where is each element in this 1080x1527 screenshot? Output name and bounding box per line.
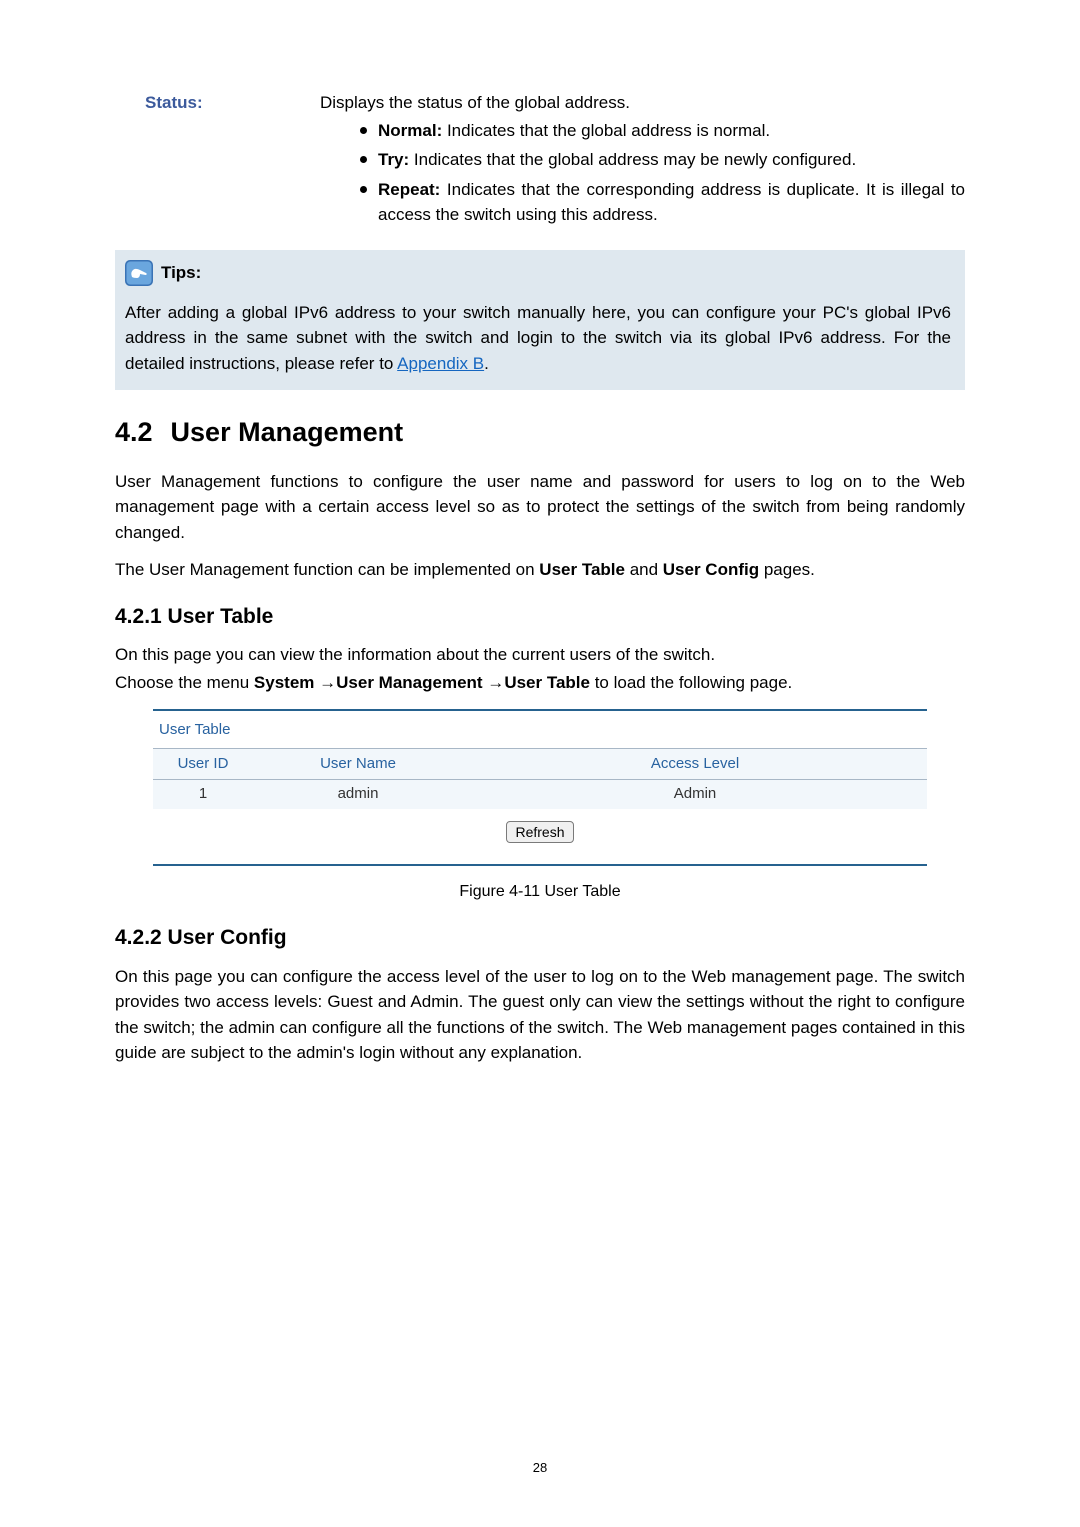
status-item-normal: Normal: Indicates that the global addres… [360, 118, 965, 144]
page-number: 28 [533, 1458, 547, 1478]
figure-caption: Figure 4-11 User Table [115, 880, 965, 904]
path-user-table: User Table [504, 673, 590, 692]
text-span: and [625, 560, 663, 579]
tips-header: Tips: [125, 260, 951, 286]
header-access-level: Access Level [463, 753, 927, 776]
text-span: The User Management function can be impl… [115, 560, 539, 579]
subsection-heading-user-table: 4.2.1 User Table [115, 601, 965, 633]
tips-text-part2: . [484, 354, 489, 373]
section-heading-user-management: 4.2 User Management [115, 412, 965, 453]
section-title: User Management [171, 417, 404, 447]
status-description: Displays the status of the global addres… [320, 90, 965, 116]
button-row: Refresh [153, 821, 927, 845]
status-list: Normal: Indicates that the global addres… [360, 118, 965, 228]
user-table-nav-path: Choose the menu System →User Management … [115, 670, 965, 696]
status-item-text: Indicates that the global address is nor… [442, 121, 770, 140]
appendix-link[interactable]: Appendix B [397, 354, 484, 373]
subsection-heading-user-config: 4.2.2 User Config [115, 922, 965, 954]
user-management-pages: The User Management function can be impl… [115, 557, 965, 583]
status-item-term: Try: [378, 150, 409, 169]
header-user-id: User ID [153, 753, 253, 776]
tips-label: Tips: [161, 260, 201, 286]
status-item-text: Indicates that the corresponding address… [378, 180, 965, 225]
text-bold: User Table [539, 560, 625, 579]
text-span: → [483, 673, 505, 692]
status-item-try: Try: Indicates that the global address m… [360, 147, 965, 173]
cell-access-level: Admin [463, 783, 927, 806]
text-span: → [314, 673, 336, 692]
hand-point-icon [125, 260, 153, 286]
table-header: User ID User Name Access Level [153, 749, 927, 781]
refresh-button[interactable]: Refresh [506, 821, 573, 843]
status-row: Status: Displays the status of the globa… [115, 90, 965, 116]
status-item-text: Indicates that the global address may be… [409, 150, 856, 169]
status-label: Status: [115, 90, 310, 116]
text-span: to load the following page. [590, 673, 792, 692]
table-row: 1 admin Admin [153, 780, 927, 809]
cell-user-name: admin [253, 783, 463, 806]
tips-text: After adding a global IPv6 address to yo… [125, 300, 951, 377]
path-system: System [254, 673, 314, 692]
path-user-management: User Management [336, 673, 482, 692]
user-table-panel: User Table User ID User Name Access Leve… [153, 709, 927, 866]
cell-user-id: 1 [153, 783, 253, 806]
user-table-desc: On this page you can view the informatio… [115, 642, 965, 668]
panel-title: User Table [153, 711, 927, 749]
user-config-desc: On this page you can configure the acces… [115, 964, 965, 1066]
text-span: Choose the menu [115, 673, 254, 692]
section-number: 4.2 [115, 417, 153, 447]
tips-box: Tips: After adding a global IPv6 address… [115, 250, 965, 391]
user-management-desc: User Management functions to configure t… [115, 469, 965, 546]
status-item-term: Normal: [378, 121, 442, 140]
status-item-repeat: Repeat: Indicates that the corresponding… [360, 177, 965, 228]
status-item-term: Repeat: [378, 180, 440, 199]
text-span: pages. [759, 560, 815, 579]
text-bold: User Config [663, 560, 759, 579]
header-user-name: User Name [253, 753, 463, 776]
tips-text-part1: After adding a global IPv6 address to yo… [125, 303, 951, 373]
